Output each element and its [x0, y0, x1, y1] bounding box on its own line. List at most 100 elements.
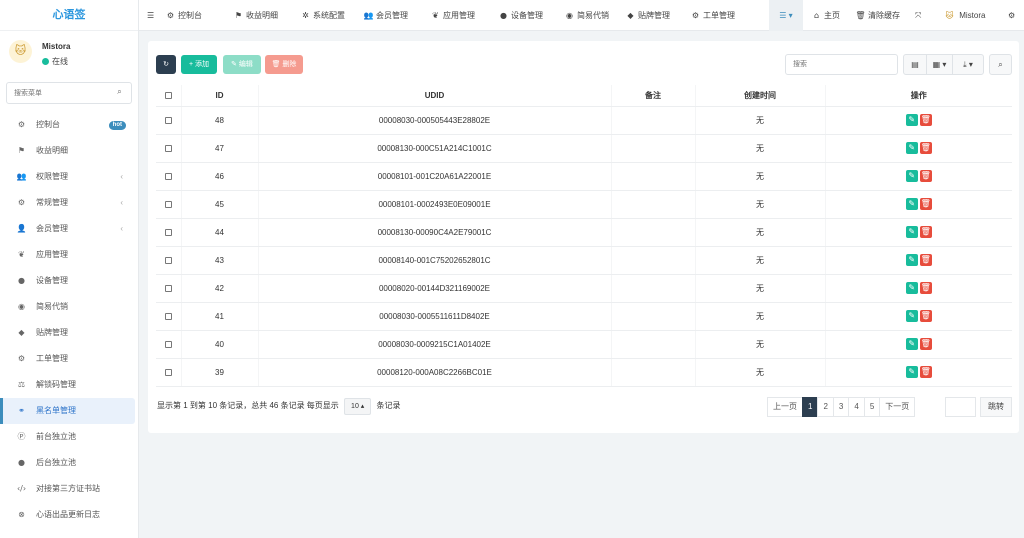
- table-row[interactable]: 42 00008020-00144D321169002E 无 ✎ 🗑: [156, 274, 1012, 303]
- table-row[interactable]: 46 00008101-001C20A61A22001E 无 ✎ 🗑: [156, 162, 1012, 191]
- topnav-item-1[interactable]: ⚑ 收益明细: [233, 0, 278, 31]
- delete-icon[interactable]: 🗑: [919, 338, 932, 350]
- row-select[interactable]: [156, 190, 182, 219]
- export-icon[interactable]: ⤓ ▾: [952, 54, 984, 75]
- table-row[interactable]: 48 00008030-000505443E28802E 无 ✎ 🗑: [156, 106, 1012, 135]
- sidebar-item-0[interactable]: ⚙ 控制台 hot: [0, 112, 139, 138]
- edit-icon[interactable]: ✎: [905, 254, 918, 266]
- sidebar-item-8[interactable]: ◆ 贴牌管理: [0, 320, 139, 346]
- table-row[interactable]: 40 00008030-0009215C1A01402E 无 ✎ 🗑: [156, 330, 1012, 359]
- page-jump-button[interactable]: 跳转: [980, 397, 1012, 417]
- page-1-button[interactable]: 1: [802, 397, 819, 417]
- sidebar-item-6[interactable]: ● 设备管理: [0, 268, 139, 294]
- sidebar-item-1[interactable]: ⚑ 收益明细: [0, 138, 139, 164]
- checkbox[interactable]: [164, 256, 172, 264]
- table-row[interactable]: 47 00008130-000C51A214C1001C 无 ✎ 🗑: [156, 134, 1012, 163]
- checkbox[interactable]: [164, 228, 172, 236]
- search-icon[interactable]: ⌕: [114, 87, 125, 97]
- menu-search-input[interactable]: [7, 83, 107, 103]
- checkbox[interactable]: [164, 200, 172, 208]
- delete-icon[interactable]: 🗑: [919, 310, 932, 322]
- checkbox[interactable]: [164, 144, 172, 152]
- refresh-button[interactable]: ↻: [156, 55, 176, 74]
- sidebar-item-12[interactable]: Ⓟ 前台独立池: [0, 424, 139, 450]
- sidebar-item-2[interactable]: 👥 权限管理 ‹: [0, 164, 139, 190]
- sidebar-item-5[interactable]: ❦ 应用管理: [0, 242, 139, 268]
- edit-icon[interactable]: ✎: [905, 282, 918, 294]
- table-search-input[interactable]: [785, 54, 898, 75]
- sidebar-item-10[interactable]: ⚖ 解锁码管理: [0, 372, 139, 398]
- sidebar-toggle-icon[interactable]: ☰: [147, 0, 154, 31]
- row-select[interactable]: [156, 302, 182, 331]
- page-jump-input[interactable]: [945, 397, 976, 417]
- topnav-item-8[interactable]: ⚙ 工单管理: [690, 0, 735, 31]
- page-4-button[interactable]: 4: [848, 397, 865, 417]
- table-row[interactable]: 43 00008140-001C75202652801C 无 ✎ 🗑: [156, 246, 1012, 275]
- columns-icon[interactable]: ▦ ▾: [926, 54, 953, 75]
- table-row[interactable]: 39 00008120-000A08C2266BC01E 无 ✎ 🗑: [156, 358, 1012, 387]
- prev-page-button[interactable]: 上一页: [767, 397, 803, 417]
- checkbox[interactable]: [164, 172, 172, 180]
- sidebar-item-3[interactable]: ⚙ 常规管理 ‹: [0, 190, 139, 216]
- layout-menu-button[interactable]: ☰ ▾: [769, 0, 803, 31]
- edit-icon[interactable]: ✎: [905, 198, 918, 210]
- table-row[interactable]: 45 00008101-0002493E0E09001E 无 ✎ 🗑: [156, 190, 1012, 219]
- row-select[interactable]: [156, 274, 182, 303]
- sidebar-item-7[interactable]: ◉ 简易代销: [0, 294, 139, 320]
- topnav-item-6[interactable]: ◉ 简易代销: [564, 0, 609, 31]
- row-select[interactable]: [156, 106, 182, 135]
- edit-icon[interactable]: ✎: [905, 114, 918, 126]
- row-select[interactable]: [156, 330, 182, 359]
- edit-icon[interactable]: ✎: [905, 170, 918, 182]
- page-2-button[interactable]: 2: [817, 397, 834, 417]
- edit-button[interactable]: ✎ 编辑: [223, 55, 261, 74]
- delete-icon[interactable]: 🗑: [919, 142, 932, 154]
- sidebar-item-11[interactable]: ⚭ 黑名单管理: [0, 398, 135, 424]
- toggle-view-icon[interactable]: ▤: [903, 54, 927, 75]
- table-row[interactable]: 41 00008030-0005511611D8402E 无 ✎ 🗑: [156, 302, 1012, 331]
- delete-icon[interactable]: 🗑: [919, 254, 932, 266]
- home-link[interactable]: ⌂ 主页: [811, 0, 840, 31]
- sidebar-item-14[interactable]: ‹/› 对接第三方证书站: [0, 476, 139, 502]
- clear-cache-button[interactable]: 🗑 清除缓存: [855, 0, 900, 31]
- sidebar-item-15[interactable]: ⊗ 心语出品更新日志: [0, 502, 139, 528]
- page-3-button[interactable]: 3: [832, 397, 850, 417]
- next-page-button[interactable]: 下一页: [879, 397, 916, 417]
- delete-icon[interactable]: 🗑: [919, 198, 932, 210]
- delete-icon[interactable]: 🗑: [919, 366, 932, 378]
- topnav-item-0[interactable]: ⚙ 控制台: [165, 0, 202, 31]
- sidebar-item-9[interactable]: ⚙ 工单管理: [0, 346, 139, 372]
- delete-icon[interactable]: 🗑: [919, 114, 932, 126]
- row-select[interactable]: [156, 246, 182, 275]
- delete-icon[interactable]: 🗑: [919, 226, 932, 238]
- delete-icon[interactable]: 🗑: [919, 170, 932, 182]
- topnav-item-2[interactable]: ✲ 系统配置: [300, 0, 345, 31]
- edit-icon[interactable]: ✎: [905, 226, 918, 238]
- add-button[interactable]: + 添加: [181, 55, 217, 74]
- checkbox[interactable]: [164, 284, 172, 292]
- row-select[interactable]: [156, 358, 182, 387]
- checkbox[interactable]: [164, 368, 172, 376]
- settings-icon[interactable]: ⚙: [1008, 0, 1015, 31]
- checkbox[interactable]: [164, 340, 172, 348]
- row-select[interactable]: [156, 134, 182, 163]
- row-select[interactable]: [156, 218, 182, 247]
- edit-icon[interactable]: ✎: [905, 366, 918, 378]
- advanced-search-icon[interactable]: ⌕: [989, 54, 1012, 75]
- fullscreen-icon[interactable]: ⤧: [915, 0, 921, 31]
- delete-button[interactable]: 🗑 删除: [265, 55, 303, 74]
- edit-icon[interactable]: ✎: [905, 142, 918, 154]
- topnav-item-7[interactable]: ◆ 贴牌管理: [625, 0, 670, 31]
- topnav-item-3[interactable]: 👥 会员管理: [363, 0, 408, 31]
- checkbox[interactable]: [164, 92, 172, 100]
- page-5-button[interactable]: 5: [863, 397, 881, 417]
- sidebar-item-4[interactable]: 👤 会员管理 ‹: [0, 216, 139, 242]
- delete-icon[interactable]: 🗑: [919, 282, 932, 294]
- app-logo[interactable]: 心语签: [0, 0, 138, 31]
- checkbox[interactable]: [164, 116, 172, 124]
- user-menu[interactable]: 🐱 Mistora: [944, 0, 985, 31]
- table-row[interactable]: 44 00008130-00090C4A2E79001C 无 ✎ 🗑: [156, 218, 1012, 247]
- checkbox[interactable]: [164, 312, 172, 320]
- edit-icon[interactable]: ✎: [905, 310, 918, 322]
- topnav-item-5[interactable]: ● 设备管理: [498, 0, 543, 31]
